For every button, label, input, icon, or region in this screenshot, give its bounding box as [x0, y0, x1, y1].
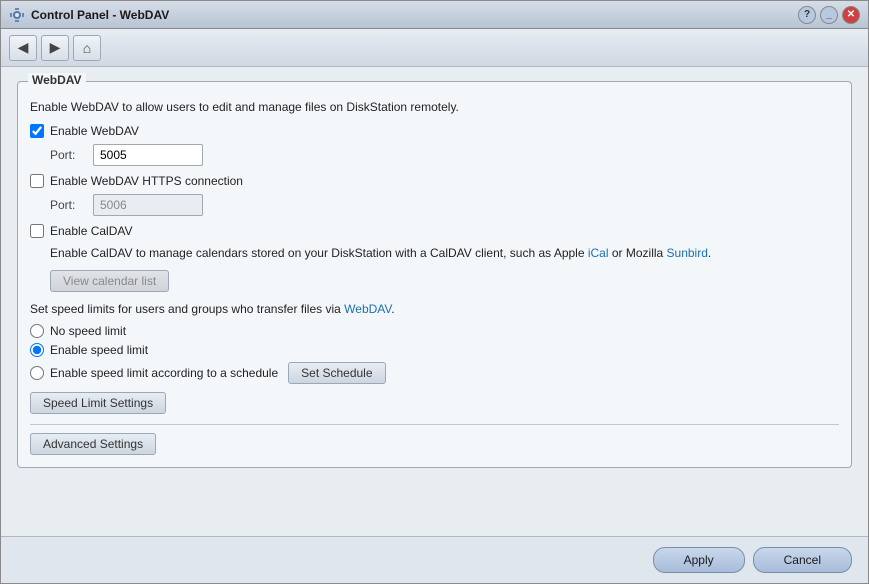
speed-desc-part2: . [391, 302, 394, 316]
enable-caldav-checkbox[interactable] [30, 224, 44, 238]
window-title: Control Panel - WebDAV [31, 8, 169, 22]
enable-https-checkbox[interactable] [30, 174, 44, 188]
enable-https-label: Enable WebDAV HTTPS connection [50, 174, 243, 188]
enable-caldav-row: Enable CalDAV [30, 224, 839, 238]
cancel-button[interactable]: Cancel [753, 547, 852, 573]
advanced-settings-wrapper: Advanced Settings [30, 433, 839, 455]
close-button[interactable]: ✕ [842, 6, 860, 24]
home-button[interactable]: ⌂ [73, 35, 101, 61]
main-content: WebDAV Enable WebDAV to allow users to e… [1, 67, 868, 536]
speed-desc-part1: Set speed limits for users and groups wh… [30, 302, 344, 316]
enable-webdav-checkbox[interactable] [30, 124, 44, 138]
enable-speed-limit-label: Enable speed limit [50, 343, 148, 357]
schedule-speed-limit-row: Enable speed limit according to a schedu… [30, 362, 839, 384]
panel-legend: WebDAV [28, 73, 86, 87]
webdav-panel: WebDAV Enable WebDAV to allow users to e… [17, 81, 852, 468]
set-schedule-button[interactable]: Set Schedule [288, 362, 385, 384]
ical-link[interactable]: iCal [588, 246, 609, 260]
enable-webdav-label: Enable WebDAV [50, 124, 139, 138]
enable-speed-limit-radio[interactable] [30, 343, 44, 357]
no-speed-limit-label: No speed limit [50, 324, 126, 338]
https-port-row: Port: [50, 194, 839, 216]
apply-button[interactable]: Apply [653, 547, 745, 573]
no-speed-limit-radio[interactable] [30, 324, 44, 338]
enable-https-row: Enable WebDAV HTTPS connection [30, 174, 839, 188]
help-button[interactable]: ? [798, 6, 816, 24]
schedule-speed-limit-label: Enable speed limit according to a schedu… [50, 366, 278, 380]
webdav-port-row: Port: [50, 144, 839, 166]
caldav-desc-part1: Enable CalDAV to manage calendars stored… [50, 246, 588, 260]
app-icon [9, 7, 25, 23]
forward-button[interactable]: ▶ [41, 35, 69, 61]
enable-caldav-label: Enable CalDAV [50, 224, 133, 238]
footer: Apply Cancel [1, 536, 868, 583]
advanced-settings-button[interactable]: Advanced Settings [30, 433, 156, 455]
titlebar-buttons: ? _ ✕ [798, 6, 860, 24]
view-calendar-button[interactable]: View calendar list [50, 270, 169, 292]
caldav-desc-part2: or Mozilla [609, 246, 667, 260]
back-button[interactable]: ◀ [9, 35, 37, 61]
https-port-input[interactable] [93, 194, 203, 216]
webdav-description: Enable WebDAV to allow users to edit and… [30, 100, 839, 114]
titlebar: Control Panel - WebDAV ? _ ✕ [1, 1, 868, 29]
view-calendar-wrapper: View calendar list [50, 270, 839, 292]
sunbird-link[interactable]: Sunbird [667, 246, 708, 260]
main-window: Control Panel - WebDAV ? _ ✕ ◀ ▶ ⌂ WebDA… [0, 0, 869, 584]
toolbar: ◀ ▶ ⌂ [1, 29, 868, 67]
speed-limit-settings-wrapper: Speed Limit Settings [30, 392, 839, 414]
webdav-port-label: Port: [50, 148, 85, 162]
speed-description: Set speed limits for users and groups wh… [30, 302, 839, 316]
minimize-button[interactable]: _ [820, 6, 838, 24]
titlebar-left: Control Panel - WebDAV [9, 7, 169, 23]
webdav-link[interactable]: WebDAV [344, 302, 391, 316]
speed-limit-settings-button[interactable]: Speed Limit Settings [30, 392, 166, 414]
enable-webdav-row: Enable WebDAV [30, 124, 839, 138]
no-speed-limit-row: No speed limit [30, 324, 839, 338]
webdav-port-input[interactable] [93, 144, 203, 166]
schedule-speed-limit-radio[interactable] [30, 366, 44, 380]
https-port-label: Port: [50, 198, 85, 212]
enable-speed-limit-row: Enable speed limit [30, 343, 839, 357]
caldav-desc-part3: . [708, 246, 711, 260]
caldav-description: Enable CalDAV to manage calendars stored… [50, 244, 839, 262]
